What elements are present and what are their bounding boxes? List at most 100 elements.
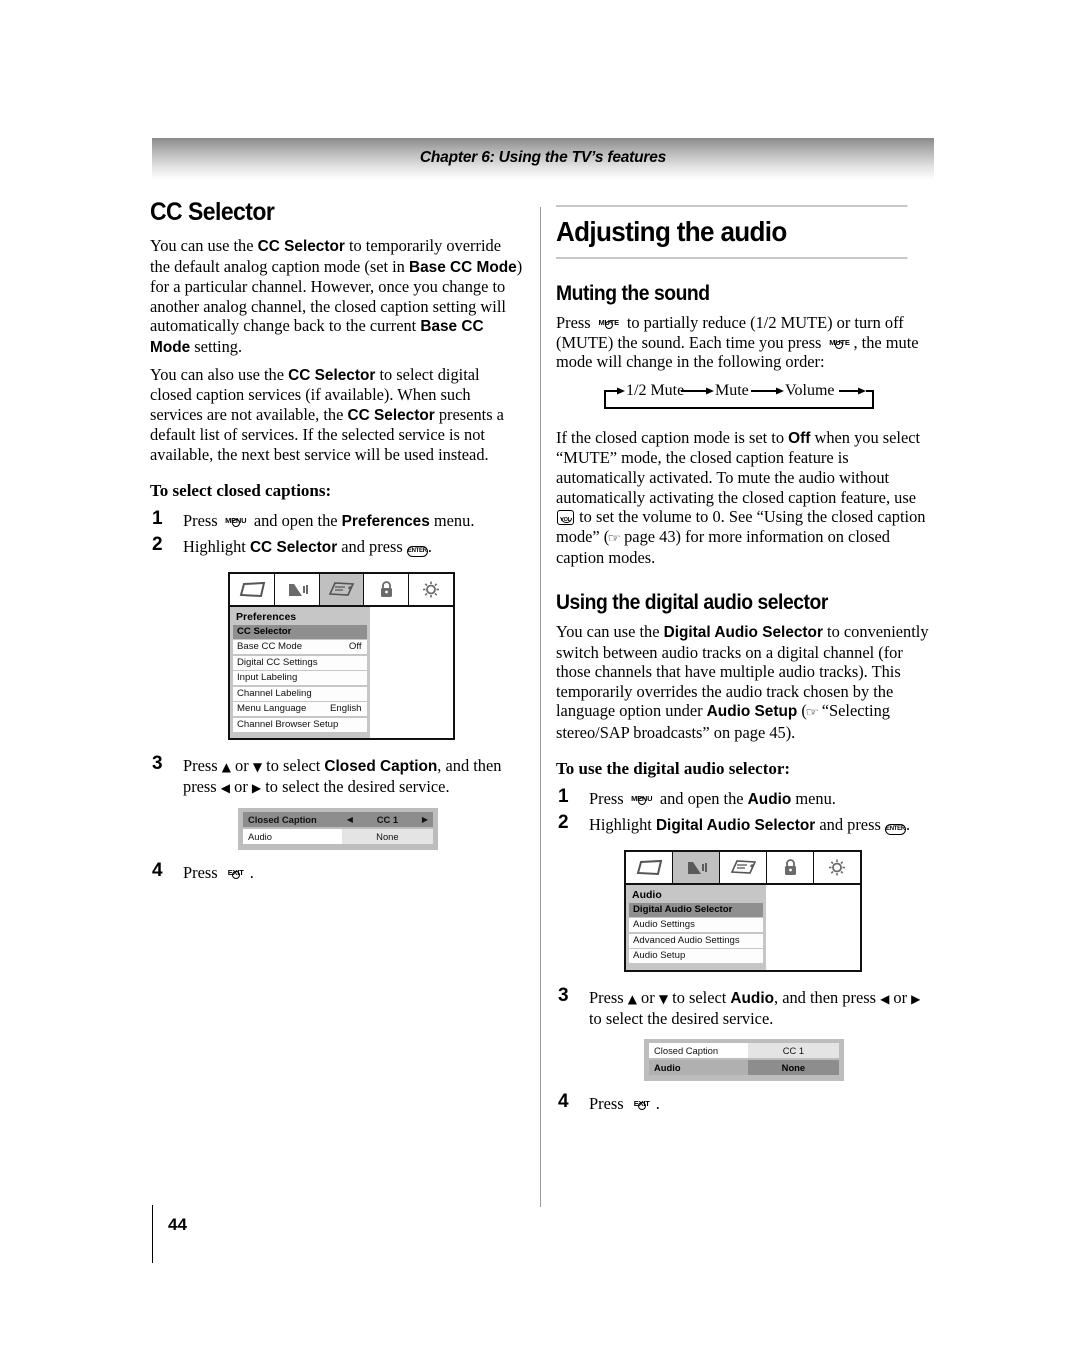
osd-row-label: Channel Browser Setup <box>237 718 339 730</box>
cc-row-label: Closed Caption <box>649 1042 748 1058</box>
cc-selector-paragraph-1: You can use the CC Selector to temporari… <box>150 236 525 358</box>
right-arrow-icon[interactable]: ▶ <box>422 812 428 827</box>
osd-row-advanced-audio-settings[interactable]: Advanced Audio Settings <box>629 933 764 948</box>
exit-key-icon: EXIT <box>633 1098 650 1110</box>
right-arrow-icon: ▶ <box>911 991 921 1006</box>
use-das-procedure-heading: To use the digital audio selector: <box>556 758 791 778</box>
das-pre: You can use the <box>556 621 664 641</box>
exit-key-icon: EXIT <box>227 868 244 880</box>
p1-run-3: Base CC Mode <box>408 258 517 276</box>
r-step2-pre: Highlight <box>589 814 656 834</box>
r-step3-d: or <box>889 987 912 1007</box>
r-step1-pre: Press <box>589 788 628 808</box>
r-step3-e: to select the desired service. <box>589 1008 774 1028</box>
r-step4-pre: Press <box>589 1093 628 1113</box>
step1-mid: and open the <box>249 510 342 530</box>
audio-icon[interactable] <box>274 573 320 605</box>
p1-run-0: You can use the <box>150 236 258 255</box>
cc-row-audio[interactable]: Audio None <box>243 829 433 845</box>
step-number: 1 <box>558 785 569 807</box>
p2-run-0: You can also use the <box>150 364 289 384</box>
das-bold-2: Audio Setup <box>706 703 798 721</box>
step4-post: . <box>249 863 254 883</box>
osd-row-base-cc-mode[interactable]: Base CC Mode Off <box>233 640 368 655</box>
picture-icon[interactable] <box>626 851 673 883</box>
column-divider <box>540 207 541 1207</box>
cc-row-closed-caption[interactable]: Closed Caption CC 1 <box>649 1042 839 1058</box>
cc-row-value: None <box>747 1059 839 1075</box>
chapter-header-band: Chapter 6: Using the TV’s features <box>152 138 934 180</box>
r-step4-post: . <box>655 1093 660 1113</box>
lock-icon[interactable] <box>767 851 814 883</box>
select-closed-captions-heading: To select closed captions: <box>150 480 332 500</box>
osd-row-menu-language[interactable]: Menu Language English <box>233 702 368 717</box>
cc-value-text: CC 1 <box>376 814 399 826</box>
hand-pointer-icon: ☞ <box>805 705 820 720</box>
cc-row-value: CC 1 <box>747 1042 839 1058</box>
enter-key-icon: ENTER <box>406 545 428 557</box>
flow-label-mute: Mute <box>715 381 749 399</box>
osd-row-input-labeling[interactable]: Input Labeling <box>233 671 368 686</box>
preferences-icon[interactable] <box>319 573 365 605</box>
digital-audio-selector-heading: Using the digital audio selector <box>556 590 828 614</box>
osd-row-label: Audio Settings <box>633 919 695 930</box>
osd-row-digital-cc-settings[interactable]: Digital CC Settings <box>233 655 368 670</box>
das-paragraph: You can use the Digital Audio Selector t… <box>556 622 934 743</box>
muting-paragraph-1: Press MUTE to partially reduce (1/2 MUTE… <box>556 313 934 372</box>
audio-icon[interactable] <box>673 851 720 883</box>
lock-icon[interactable] <box>364 573 410 605</box>
osd-row-channel-labeling[interactable]: Channel Labeling <box>233 686 368 701</box>
picture-icon[interactable] <box>230 573 275 605</box>
enter-key-icon: ENTER <box>884 823 906 835</box>
step1-post: menu. <box>429 510 475 530</box>
r-step1-bold: Audio <box>747 790 792 808</box>
adjusting-the-audio-heading: Adjusting the audio <box>556 205 908 259</box>
preferences-icon[interactable] <box>720 851 767 883</box>
left-arrow-icon[interactable]: ◀ <box>347 812 353 827</box>
step-number: 1 <box>152 507 163 529</box>
osd-menu-panel: Audio Digital Audio Selector Audio Setti… <box>626 884 767 970</box>
step-1-right: 1 Press MENU and open the Audio menu. <box>556 785 934 810</box>
osd-row-label: Input Labeling <box>237 672 298 684</box>
step3-pre: Press <box>183 756 222 776</box>
r-step3-b: to select <box>668 987 731 1007</box>
cc-row-audio[interactable]: Audio None <box>649 1059 839 1075</box>
step-number: 3 <box>558 984 569 1006</box>
step-number: 2 <box>558 811 569 833</box>
menu-key-icon: MENU <box>631 793 653 805</box>
osd-row-audio-settings[interactable]: Audio Settings <box>629 918 764 932</box>
setup-icon[interactable] <box>409 573 453 605</box>
mute-key-icon: MUTE <box>598 318 619 329</box>
osd-row-digital-audio-selector[interactable]: Digital Audio Selector <box>629 902 764 917</box>
closed-caption-dialog-left: Closed Caption ◀ CC 1 ▶ Audio None <box>238 808 438 851</box>
step-2-left: 2 Highlight CC Selector and press ENTER. <box>150 534 525 558</box>
step1-bold: Preferences <box>341 512 430 530</box>
r-step3-a: or <box>636 987 659 1007</box>
osd-row-value: English <box>330 703 362 715</box>
osd-row-channel-browser-setup[interactable]: Channel Browser Setup <box>233 717 368 732</box>
osd-row-cc-selector[interactable]: CC Selector <box>233 624 368 639</box>
osd-row-label: CC Selector <box>237 625 292 637</box>
osd-row-label: Channel Labeling <box>237 687 312 699</box>
step-number: 4 <box>558 1090 569 1112</box>
step-number: 3 <box>152 753 163 775</box>
cc-row-label: Audio <box>649 1059 748 1075</box>
osd-icon-bar <box>626 851 860 885</box>
mute-mode-flow-diagram: 1/2 Mute Mute Volume <box>556 382 934 422</box>
osd-menu-title: Preferences <box>236 610 297 623</box>
flow-label-half-mute: 1/2 Mute <box>626 381 685 399</box>
mute-p1-pre: Press <box>556 313 595 332</box>
mute-p2-bold: Off <box>788 429 811 447</box>
preferences-osd-screenshot: Preferences CC Selector Base CC Mode Off … <box>228 571 455 741</box>
step-number: 4 <box>152 860 163 882</box>
left-arrow-icon: ◀ <box>220 781 231 796</box>
p2-run-3: CC Selector <box>347 406 435 424</box>
muting-the-sound-heading: Muting the sound <box>556 282 710 305</box>
flow-label-volume: Volume <box>785 381 835 399</box>
osd-row-audio-setup[interactable]: Audio Setup <box>629 949 764 963</box>
left-column: CC Selector You can use the CC Selector … <box>150 198 525 888</box>
step-4-left: 4 Press EXIT. <box>150 860 525 883</box>
step3-b: to select <box>262 756 325 776</box>
cc-row-closed-caption[interactable]: Closed Caption ◀ CC 1 ▶ <box>243 812 433 828</box>
setup-icon[interactable] <box>814 851 860 883</box>
